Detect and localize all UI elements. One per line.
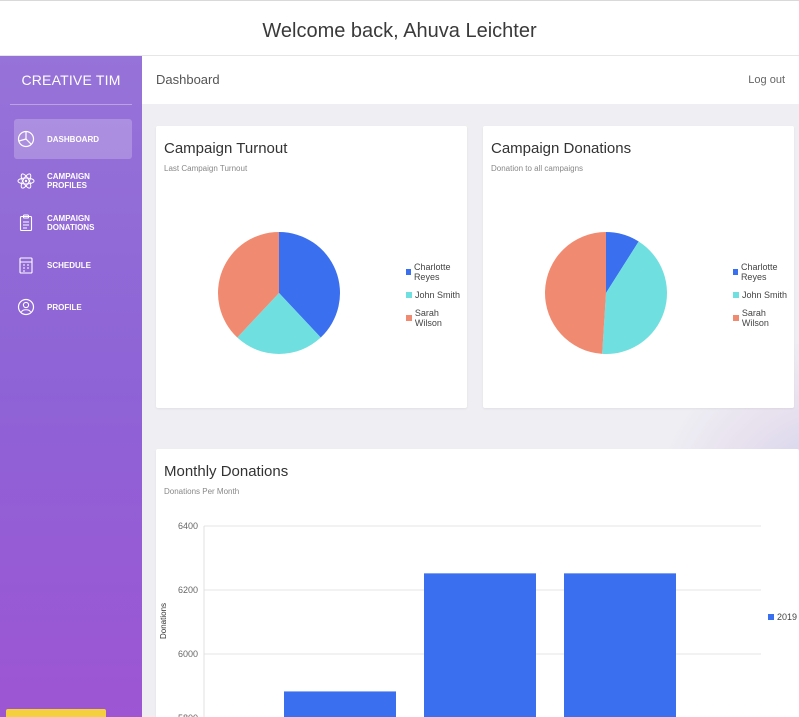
legend-swatch: [733, 292, 739, 298]
calendar-icon: [17, 256, 35, 274]
legend-swatch: [768, 614, 774, 620]
sidebar-item-label: SCHEDULE: [47, 260, 92, 270]
chart-legend: 2019: [768, 611, 797, 634]
monthly-donations-card: Monthly Donations Donations Per Month 64…: [156, 449, 799, 717]
sidebar-item-label: DASHBOARD: [47, 134, 99, 144]
legend-item: Charlotte Reyes: [406, 262, 467, 282]
legend-item: John Smith: [733, 289, 794, 301]
sidebar: CREATIVE TIM DASHBOARD CAMPAIGN PROFILES…: [0, 56, 142, 717]
sidebar-item-campaign-donations[interactable]: CAMPAIGN DONATIONS: [14, 203, 132, 243]
page-title: Dashboard: [156, 72, 220, 87]
sidebar-item-campaign-profiles[interactable]: CAMPAIGN PROFILES: [14, 161, 132, 201]
legend-label: Charlotte Reyes: [413, 262, 451, 282]
bar[interactable]: [564, 573, 676, 717]
chart-legend: Charlotte Reyes John Smith Sarah Wilson: [733, 262, 794, 335]
brand-logo[interactable]: CREATIVE TIM: [10, 56, 132, 105]
legend-item: Charlotte Reyes: [733, 262, 794, 282]
main-content: Campaign Turnout Last Campaign Turnout C…: [142, 104, 799, 717]
monthly-bar-chart: 6400 6200 6000 5800: [178, 521, 761, 717]
sidebar-item-dashboard[interactable]: DASHBOARD: [14, 119, 132, 159]
pie-chart-icon: [17, 130, 35, 148]
legend-label: Sarah Wilson: [741, 308, 769, 328]
legend-label: John Smith: [415, 290, 461, 300]
legend-label: John Smith: [742, 290, 788, 300]
pie-slice[interactable]: [545, 232, 606, 354]
bar[interactable]: [424, 573, 536, 717]
clipboard-icon: [17, 214, 35, 232]
sidebar-nav: DASHBOARD CAMPAIGN PROFILES CAMPAIGN DON…: [0, 119, 142, 327]
y-tick-label: 6000: [178, 649, 198, 659]
user-icon: [17, 298, 35, 316]
topbar: Dashboard Log out: [142, 56, 799, 105]
sidebar-item-label: CAMPAIGN DONATIONS: [47, 214, 95, 232]
sidebar-item-label: CAMPAIGN PROFILES: [47, 172, 90, 190]
y-axis-label: Donations: [159, 602, 168, 639]
legend-item: John Smith: [406, 289, 467, 301]
legend-swatch: [406, 292, 412, 298]
legend-item: 2019: [768, 611, 797, 623]
sidebar-item-profile[interactable]: PROFILE: [14, 287, 132, 327]
y-tick-label: 6400: [178, 521, 198, 531]
legend-label: 2019: [777, 612, 798, 622]
welcome-header: Welcome back, Ahuva Leichter: [0, 0, 799, 56]
y-tick-label: 6200: [178, 585, 198, 595]
legend-item: Sarah Wilson: [733, 308, 794, 328]
legend-swatch: [733, 269, 738, 275]
legend-label: Charlotte Reyes: [740, 262, 778, 282]
campaign-turnout-card: Campaign Turnout Last Campaign Turnout C…: [156, 126, 467, 408]
y-tick-label: 5800: [178, 713, 198, 717]
legend-item: Sarah Wilson: [406, 308, 467, 328]
bar[interactable]: [284, 691, 396, 717]
campaign-donations-card: Campaign Donations Donation to all campa…: [483, 126, 794, 408]
sidebar-item-schedule[interactable]: SCHEDULE: [14, 245, 132, 285]
chart-legend: Charlotte Reyes John Smith Sarah Wilson: [406, 262, 467, 335]
legend-swatch: [406, 269, 411, 275]
legend-label: Sarah Wilson: [414, 308, 442, 328]
legend-swatch: [733, 315, 739, 321]
legend-swatch: [406, 315, 412, 321]
logout-link[interactable]: Log out: [748, 74, 785, 86]
sidebar-item-label: PROFILE: [47, 302, 82, 312]
status-tag: [6, 709, 106, 717]
atom-icon: [17, 172, 35, 190]
